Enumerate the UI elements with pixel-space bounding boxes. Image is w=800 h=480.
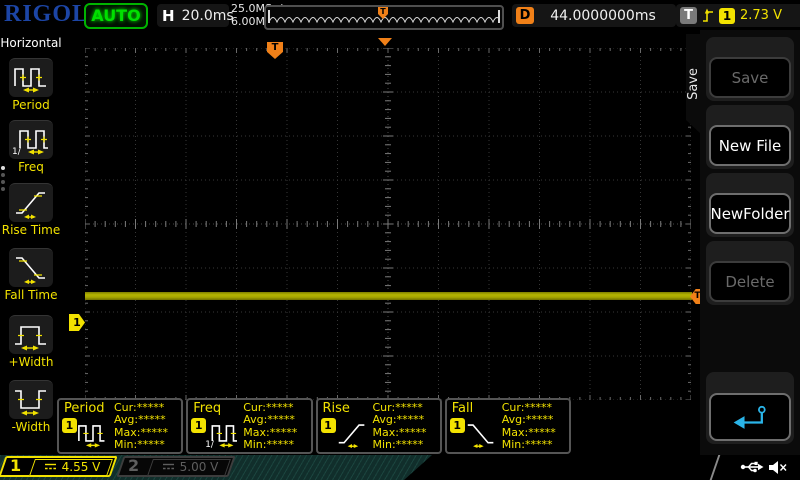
- return-button[interactable]: [709, 393, 791, 441]
- return-arrow-icon: [733, 405, 766, 429]
- trigger-center-marker[interactable]: [378, 38, 392, 46]
- measurement-row: Min:*****: [501, 438, 553, 452]
- menu-item-rise-time[interactable]: Rise Time: [2, 183, 60, 237]
- save-button[interactable]: Save: [709, 57, 791, 98]
- delay-value: 44.0000000ms: [550, 7, 656, 24]
- channel-badge: 1: [191, 418, 207, 433]
- measurement-panel-freq: Freq 1 1/ Cur:***** Avg:***** Max:***** …: [186, 398, 313, 454]
- delete-button[interactable]: Delete: [709, 261, 791, 302]
- fall-time-icon: [16, 257, 45, 284]
- preview-window-right-bracket: [498, 10, 500, 23]
- delay-badge: D: [516, 7, 534, 24]
- measurement-panel-fall: Fall 1 Cur:***** Avg:***** Max:***** Min…: [444, 398, 571, 454]
- trigger-readout: T 1 2.73 V: [676, 4, 800, 27]
- measurement-bar: Period 1 Cur:***** Avg:***** Max:***** M…: [57, 398, 571, 454]
- measurement-row: Min:*****: [114, 438, 165, 452]
- channel-scale: 4.55 V: [61, 459, 101, 474]
- measurement-row: Min:*****: [372, 438, 424, 452]
- channel-number: 2: [128, 456, 140, 475]
- save-menu-tab: Save: [686, 34, 701, 134]
- measurement-row: Avg:*****: [372, 413, 425, 427]
- dc-coupling-icon: [162, 463, 174, 470]
- return-slot: [706, 372, 794, 444]
- menu-item-fall-time[interactable]: Fall Time: [4, 248, 58, 302]
- left-menu-title: Horizontal: [0, 36, 62, 50]
- sound-muted-icon: [769, 461, 787, 474]
- measurement-row: Avg:*****: [243, 413, 295, 427]
- period-icon: [78, 425, 105, 448]
- new-file-slot: New File: [706, 105, 794, 169]
- menu-item-plus-width[interactable]: +Width: [9, 315, 53, 369]
- channel-badge: 1: [320, 418, 336, 433]
- channel-scale: 5.00 V: [179, 459, 219, 474]
- channel1-offset-marker[interactable]: 1: [69, 314, 85, 331]
- rise-time-icon: [16, 192, 45, 219]
- right-menu-panel: Save New File NewFolder Delete: [700, 30, 800, 455]
- dc-coupling-icon: [44, 463, 56, 470]
- plus-width-icon: [15, 326, 46, 351]
- minus-width-icon: [15, 390, 46, 416]
- left-measure-menu: Horizontal Period 1/ Freq Rise Time Fall…: [0, 30, 62, 455]
- fall-time-icon: [467, 424, 494, 448]
- measurement-row: Avg:*****: [501, 413, 554, 427]
- horizontal-scale-value: 20.0ms: [181, 7, 234, 24]
- menu-item-freq[interactable]: 1/ Freq: [9, 120, 53, 174]
- freq-icon: 1/: [205, 425, 238, 450]
- preview-window-left-bracket: [268, 10, 270, 23]
- save-slot: Save: [706, 37, 794, 101]
- status-separator: [709, 455, 721, 480]
- rigol-logo: RIGOL: [4, 1, 90, 27]
- menu-item-period[interactable]: Period: [9, 58, 53, 112]
- channel2-status[interactable]: 2 5.00 V: [116, 456, 236, 477]
- horizontal-label: H: [162, 6, 175, 25]
- new-file-button[interactable]: New File: [709, 125, 791, 166]
- measurement-row: Avg:*****: [114, 413, 166, 427]
- measurement-panel-rise: Rise 1 Cur:***** Avg:***** Max:***** Min…: [315, 398, 442, 454]
- trigger-source-badge: 1: [719, 7, 735, 24]
- new-folder-button[interactable]: NewFolder: [709, 193, 791, 234]
- trigger-badge: T: [680, 7, 697, 24]
- svg-text:1/: 1/: [205, 440, 214, 448]
- measurement-panel-period: Period 1 Cur:***** Avg:***** Max:***** M…: [57, 398, 184, 454]
- new-folder-slot: NewFolder: [706, 173, 794, 237]
- usb-icon: [740, 461, 764, 473]
- oscilloscope-screen: RIGOL AUTO H 20.0ms 25.0MSa/s 6.00M pts …: [0, 0, 800, 480]
- graticule: [84, 47, 692, 401]
- trace-ch1: [85, 292, 692, 300]
- channel-badge: 1: [62, 418, 77, 433]
- channel1-status[interactable]: 1 4.55 V: [0, 456, 118, 477]
- delay-readout: D 44.0000000ms: [512, 4, 676, 27]
- delete-slot: Delete: [706, 241, 794, 305]
- measurement-row: Min:*****: [243, 438, 294, 452]
- freq-icon: 1/: [12, 130, 48, 156]
- horizontal-scale-box: H 20.0ms: [157, 4, 234, 27]
- trigger-level-value: 2.73 V: [740, 8, 782, 23]
- status-bar: 1 4.55 V 2 5.00 V: [0, 455, 800, 480]
- run-status-badge: AUTO: [84, 3, 148, 29]
- channel-number: 1: [10, 456, 22, 475]
- rise-time-icon: [338, 424, 364, 448]
- menu-item-minus-width[interactable]: -Width: [9, 380, 53, 434]
- grid: [84, 47, 692, 401]
- waveform-preview: T: [264, 5, 504, 30]
- channel-badge: 1: [449, 418, 465, 433]
- menu-page-dots: [1, 166, 5, 191]
- period-icon: [14, 68, 46, 93]
- trigger-slope-icon: [703, 8, 713, 22]
- svg-text:1/: 1/: [12, 147, 22, 156]
